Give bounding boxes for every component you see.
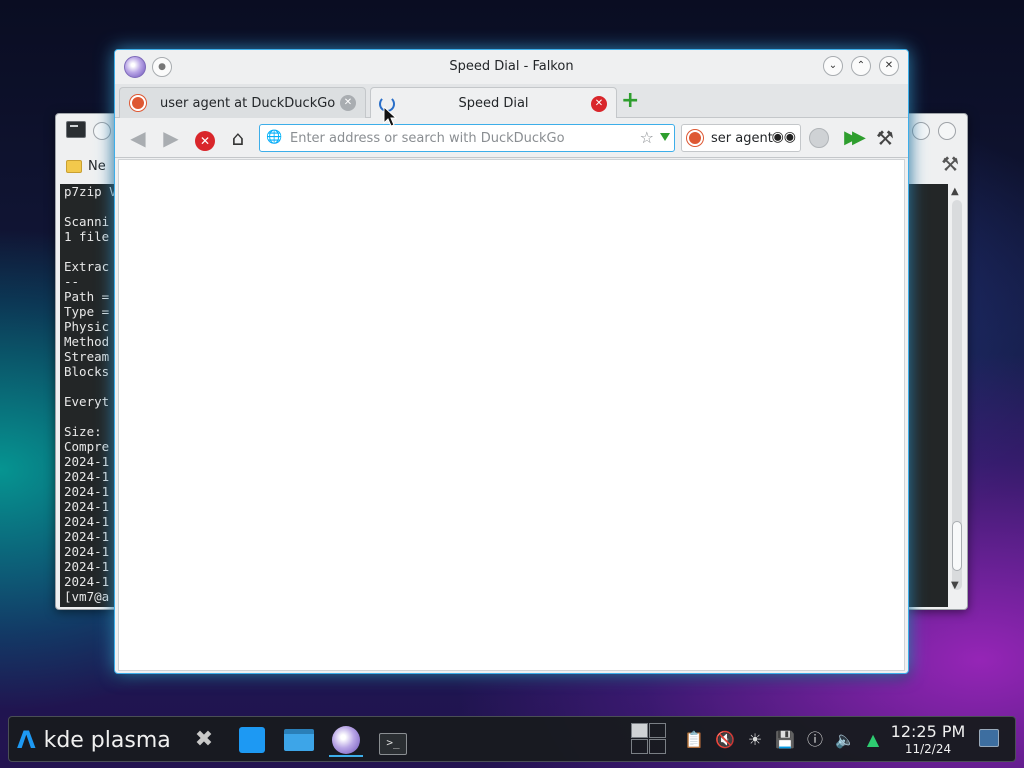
volume-icon[interactable]: 🔈 <box>835 729 855 751</box>
new-tab-button[interactable]: Ne <box>66 154 106 178</box>
back-arrow-icon[interactable]: ◀ <box>126 126 150 150</box>
scroll-down-icon[interactable]: ▼ <box>951 580 959 591</box>
address-bar[interactable]: 🌐 ☆ <box>259 124 675 152</box>
clock-time: 12:25 PM <box>890 722 966 741</box>
launcher-label: kde plasma <box>43 727 171 753</box>
forward-arrow-icon[interactable]: ▶ <box>159 126 183 150</box>
save-icon[interactable]: 💾 <box>775 729 795 751</box>
desktop-4[interactable] <box>649 739 666 754</box>
privacy-icon[interactable] <box>807 126 831 150</box>
bookmark-star-icon[interactable]: ☆ <box>640 128 654 147</box>
konsole-taskbar-icon[interactable]: >_ <box>376 723 410 757</box>
minimize-button[interactable]: ⌄ <box>823 56 843 76</box>
globe-icon: 🌐 <box>266 130 283 145</box>
desktop-1[interactable] <box>631 723 648 738</box>
close-tab-icon[interactable]: ✕ <box>591 95 607 112</box>
close-button[interactable]: ✕ <box>879 56 899 76</box>
network-icon[interactable]: ▲ <box>863 729 883 751</box>
desktop-2[interactable] <box>649 723 666 738</box>
tab-bar: user agent at DuckDuckGo ✕ Speed Dial ✕ … <box>115 84 908 119</box>
scroll-up-icon[interactable]: ▲ <box>951 186 959 197</box>
tab-speed-dial[interactable]: Speed Dial ✕ <box>370 87 617 119</box>
audio-muted-icon[interactable]: 🔇 <box>715 729 735 751</box>
show-desktop-icon[interactable] <box>979 729 999 747</box>
search-bar[interactable]: ser agent ◉◉ <box>681 124 801 152</box>
desktop-3[interactable] <box>631 739 648 754</box>
system-settings-icon[interactable]: ✖ <box>187 723 221 757</box>
maximize-button[interactable] <box>912 122 930 140</box>
tab-label: user agent at DuckDuckGo <box>160 95 336 111</box>
terminal-scrollbar[interactable]: ▲ ▼ <box>948 184 966 607</box>
go-forward-icon[interactable]: ▶▶ <box>840 126 866 150</box>
terminal-icon <box>66 121 86 138</box>
clock-date: 11/2/24 <box>904 742 952 756</box>
window-title: Speed Dial - Falkon <box>449 59 574 74</box>
mouse-cursor-icon <box>383 106 397 127</box>
virtual-desktop-pager[interactable] <box>631 723 667 755</box>
close-button[interactable] <box>938 122 956 140</box>
close-tab-icon[interactable]: ✕ <box>340 95 356 111</box>
web-page-content[interactable] <box>118 159 905 671</box>
tab-duckduckgo[interactable]: user agent at DuckDuckGo ✕ <box>119 87 366 118</box>
help-icon[interactable]: ⓘ <box>805 729 825 751</box>
taskbar: Λ kde plasma ✖ >_ 📋 🔇 ☀ 💾 ⓘ 🔈 ▲ 12:25 PM… <box>8 716 1016 762</box>
home-icon[interactable]: ⌂ <box>226 126 250 150</box>
new-tab-icon <box>66 159 82 173</box>
settings-icon[interactable]: ⚒ <box>941 152 959 176</box>
duckduckgo-icon[interactable] <box>687 130 703 146</box>
maximize-button[interactable]: ⌃ <box>851 56 871 76</box>
brightness-icon[interactable]: ☀ <box>745 729 765 751</box>
stop-icon[interactable]: ✕ <box>193 126 217 151</box>
dropdown-arrow-icon[interactable] <box>660 133 670 141</box>
search-input[interactable]: ser agent <box>711 131 773 146</box>
clock[interactable]: 12:25 PM 11/2/24 <box>887 723 969 757</box>
pin-button[interactable] <box>93 122 111 140</box>
falkon-titlebar[interactable]: ● Speed Dial - Falkon ⌄ ⌃ ✕ <box>115 50 908 84</box>
falkon-taskbar-icon[interactable] <box>329 723 363 757</box>
binoculars-icon[interactable]: ◉◉ <box>772 129 796 145</box>
clipboard-icon[interactable]: 📋 <box>684 729 704 751</box>
falkon-window[interactable]: ● Speed Dial - Falkon ⌄ ⌃ ✕ user agent a… <box>114 49 909 674</box>
new-tab-label: Ne <box>88 158 106 174</box>
new-tab-plus-icon[interactable]: + <box>621 90 639 112</box>
launcher-icon: Λ <box>17 726 36 754</box>
tools-icon[interactable]: ⚒ <box>873 126 897 150</box>
navigation-toolbar: ◀ ▶ ✕ ⌂ 🌐 ☆ ser agent ◉◉ ▶▶ ⚒ <box>115 118 908 158</box>
duckduckgo-icon <box>130 95 146 111</box>
discover-icon[interactable] <box>235 723 269 757</box>
tab-label: Speed Dial <box>458 96 529 111</box>
scrollbar-thumb[interactable] <box>952 521 962 571</box>
application-launcher[interactable]: Λ kde plasma <box>17 722 171 758</box>
address-input[interactable] <box>288 128 628 148</box>
file-manager-icon[interactable] <box>282 723 316 757</box>
